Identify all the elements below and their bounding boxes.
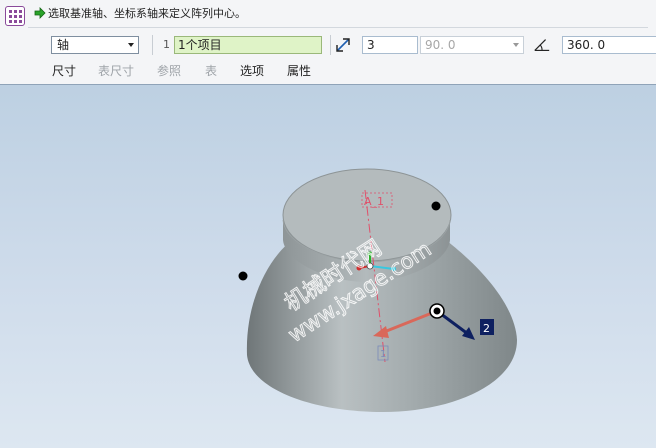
member-count-value: 3	[367, 38, 375, 52]
pattern-app-icon[interactable]	[5, 6, 25, 26]
angle-increment-select[interactable]: 90. 0	[420, 36, 524, 54]
prompt-text: 选取基准轴、坐标系轴来定义阵列中心。	[48, 7, 246, 20]
arrow-right-icon	[34, 7, 46, 19]
angle-increment-value: 90. 0	[425, 38, 456, 52]
tab-properties[interactable]: 属性	[287, 62, 311, 79]
angular-extent-input[interactable]: 360. 0	[562, 36, 656, 54]
pattern-type-select[interactable]: 轴	[51, 36, 139, 54]
graphics-viewport[interactable]: A_1 2 1 机械时代网 www.jxage.com	[0, 85, 656, 448]
svg-text:1: 1	[380, 349, 386, 360]
divider	[152, 35, 153, 55]
direction-label-2: 2	[480, 319, 494, 335]
chevron-down-icon	[513, 43, 519, 47]
message-prompt: 选取基准轴、坐标系轴来定义阵列中心。	[34, 6, 246, 22]
tab-dimensions[interactable]: 尺寸	[52, 62, 76, 79]
angular-extent-value: 360. 0	[567, 38, 606, 52]
chevron-down-icon	[128, 43, 134, 47]
divider	[330, 35, 331, 55]
svg-text:2: 2	[483, 322, 490, 335]
member-count-input[interactable]: 3	[362, 36, 418, 54]
axis-reference-collector[interactable]: 1个项目	[174, 36, 322, 54]
tab-table-dimensions[interactable]: 表尺寸	[98, 62, 134, 79]
dashboard-divider	[28, 27, 648, 28]
model-canvas[interactable]: A_1 2 1 机械时代网 www.jxage.com	[0, 85, 656, 448]
angular-extent-icon[interactable]	[533, 36, 551, 54]
pattern-dashboard: 选取基准轴、坐标系轴来定义阵列中心。 轴 1 1个项目 3 90. 0 360.…	[0, 0, 656, 85]
pattern-member-marker[interactable]	[238, 271, 248, 281]
pattern-type-value: 轴	[57, 38, 70, 52]
flip-direction-icon[interactable]	[334, 36, 352, 54]
tab-tables[interactable]: 表	[205, 62, 217, 79]
collector-index: 1	[163, 38, 170, 51]
tab-options[interactable]: 选项	[240, 62, 264, 79]
axis-label: A_1	[364, 195, 384, 208]
collector-value: 1个项目	[178, 38, 222, 52]
pattern-member-marker[interactable]	[431, 201, 441, 211]
tab-references[interactable]: 参照	[157, 62, 181, 79]
